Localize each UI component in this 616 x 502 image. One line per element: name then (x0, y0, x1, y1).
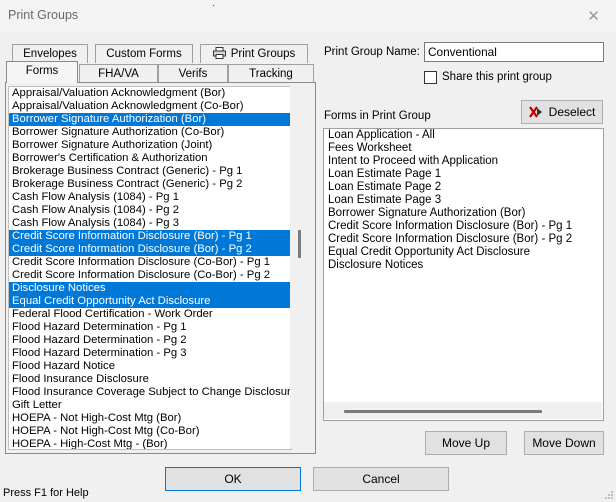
tab-verifs[interactable]: Verifs (158, 64, 228, 83)
print-group-form-item[interactable]: Disclosure Notices (324, 259, 603, 272)
print-group-name-label: Print Group Name: (324, 46, 420, 58)
available-form-item[interactable]: Flood Hazard Determination - Pg 3 (9, 347, 291, 360)
print-group-form-item[interactable]: Credit Score Information Disclosure (Bor… (324, 233, 603, 246)
available-form-item[interactable]: Flood Hazard Determination - Pg 1 (9, 321, 291, 334)
tab-envelopes-label: Envelopes (23, 48, 77, 60)
window-title: Print Groups (8, 8, 79, 22)
printer-icon (212, 47, 226, 59)
available-form-item[interactable]: Flood Hazard Determination - Pg 2 (9, 334, 291, 347)
available-form-item[interactable]: Cash Flow Analysis (1084) - Pg 1 (9, 191, 291, 204)
available-form-item[interactable]: HOEPA - Not High-Cost Mtg (Bor) (9, 412, 291, 425)
move-up-button-label: Move Up (441, 436, 491, 450)
print-group-horizontal-scrollbar[interactable] (324, 402, 602, 419)
tab-verifs-label: Verifs (178, 68, 208, 80)
print-group-form-item[interactable]: Credit Score Information Disclosure (Bor… (324, 220, 603, 233)
available-form-item[interactable]: HOEPA - High-Cost Mtg - (Bor) (9, 438, 291, 449)
forms-in-print-group-label: Forms in Print Group (324, 110, 431, 122)
available-form-item[interactable]: Appraisal/Valuation Acknowledgment (Co-B… (9, 100, 291, 113)
available-form-item[interactable]: Federal Flood Certification - Work Order (9, 308, 291, 321)
available-form-item[interactable]: Borrower Signature Authorization (Co-Bor… (9, 126, 291, 139)
tab-print-groups[interactable]: Print Groups (200, 44, 308, 63)
forms-in-print-group-list[interactable]: Loan Application - All Fees Worksheet Inte… (323, 128, 604, 421)
available-form-item[interactable]: Disclosure Notices (9, 282, 291, 295)
share-print-group-checkbox[interactable] (424, 71, 437, 84)
deselect-icon (528, 106, 542, 118)
tab-forms-label: Forms (25, 65, 59, 77)
ok-button-label: OK (224, 472, 242, 486)
available-form-item[interactable]: Appraisal/Valuation Acknowledgment (Bor) (9, 87, 291, 100)
close-icon: ✕ (587, 8, 600, 25)
available-form-item[interactable]: Brokerage Business Contract (Generic) - … (9, 178, 291, 191)
print-group-scroll-thumb[interactable] (344, 410, 542, 413)
tab-custom-forms-label: Custom Forms (106, 48, 182, 60)
cancel-button[interactable]: Cancel (313, 467, 449, 491)
available-form-item[interactable]: Credit Score Information Disclosure (Co-… (9, 256, 291, 269)
available-form-item[interactable]: Borrower Signature Authorization (Bor) (9, 113, 291, 126)
print-group-form-item[interactable]: Loan Estimate Page 2 (324, 181, 603, 194)
available-forms-list[interactable]: Appraisal/Valuation Acknowledgment (Bor)… (8, 86, 292, 450)
print-group-form-item[interactable]: Loan Estimate Page 1 (324, 168, 603, 181)
available-form-item[interactable]: Credit Score Information Disclosure (Bor… (9, 230, 291, 243)
available-form-item[interactable]: Flood Insurance Coverage Subject to Chan… (9, 386, 291, 399)
available-forms-scroll-thumb[interactable] (298, 230, 301, 258)
available-form-item[interactable]: Flood Insurance Disclosure (9, 373, 291, 386)
deselect-button[interactable]: Deselect (521, 100, 603, 124)
print-group-form-item[interactable]: Borrower Signature Authorization (Bor) (324, 207, 603, 220)
tab-tracking-label: Tracking (249, 68, 293, 80)
available-form-item[interactable]: Borrower's Certification & Authorization (9, 152, 291, 165)
available-form-item[interactable]: Brokerage Business Contract (Generic) - … (9, 165, 291, 178)
tab-print-groups-label: Print Groups (230, 48, 296, 60)
print-group-form-item[interactable]: Equal Credit Opportunity Act Disclosure (324, 246, 603, 259)
tab-forms[interactable]: Forms (6, 61, 78, 83)
available-form-item[interactable]: Cash Flow Analysis (1084) - Pg 2 (9, 204, 291, 217)
available-form-item[interactable]: Flood Hazard Notice (9, 360, 291, 373)
move-down-button[interactable]: Move Down (524, 431, 604, 455)
available-form-item[interactable]: Borrower Signature Authorization (Joint) (9, 139, 291, 152)
print-group-form-item[interactable]: Loan Estimate Page 3 (324, 194, 603, 207)
tab-custom-forms[interactable]: Custom Forms (95, 44, 193, 63)
tab-fha-va-label: FHA/VA (98, 68, 139, 80)
available-form-item[interactable]: HOEPA - Not High-Cost Mtg (Co-Bor) (9, 425, 291, 438)
available-form-item[interactable]: Gift Letter (9, 399, 291, 412)
available-form-item[interactable]: Cash Flow Analysis (1084) - Pg 3 (9, 217, 291, 230)
move-up-button[interactable]: Move Up (425, 431, 507, 455)
title-bar: Print Groups · ✕ (0, 0, 616, 32)
print-group-form-item[interactable]: Fees Worksheet (324, 142, 603, 155)
move-down-button-label: Move Down (532, 436, 596, 450)
title-bar-mark: · (212, 0, 216, 11)
cancel-button-label: Cancel (362, 472, 400, 486)
available-form-item[interactable]: Credit Score Information Disclosure (Bor… (9, 243, 291, 256)
print-group-form-item[interactable]: Loan Application - All (324, 129, 603, 142)
close-button[interactable]: ✕ (571, 0, 616, 32)
status-bar-text: Press F1 for Help (3, 487, 89, 499)
resize-grip-icon[interactable] (604, 490, 614, 500)
print-group-name-input[interactable] (424, 42, 604, 62)
available-form-item[interactable]: Credit Score Information Disclosure (Co-… (9, 269, 291, 282)
available-form-item[interactable]: Equal Credit Opportunity Act Disclosure (9, 295, 291, 308)
tab-tracking[interactable]: Tracking (228, 64, 314, 83)
print-group-form-item[interactable]: Intent to Proceed with Application (324, 155, 603, 168)
share-print-group-label: Share this print group (442, 71, 552, 83)
deselect-button-label: Deselect (548, 105, 596, 119)
ok-button[interactable]: OK (165, 467, 301, 491)
available-forms-scrollbar[interactable] (290, 86, 308, 448)
tab-fha-va[interactable]: FHA/VA (79, 64, 158, 83)
